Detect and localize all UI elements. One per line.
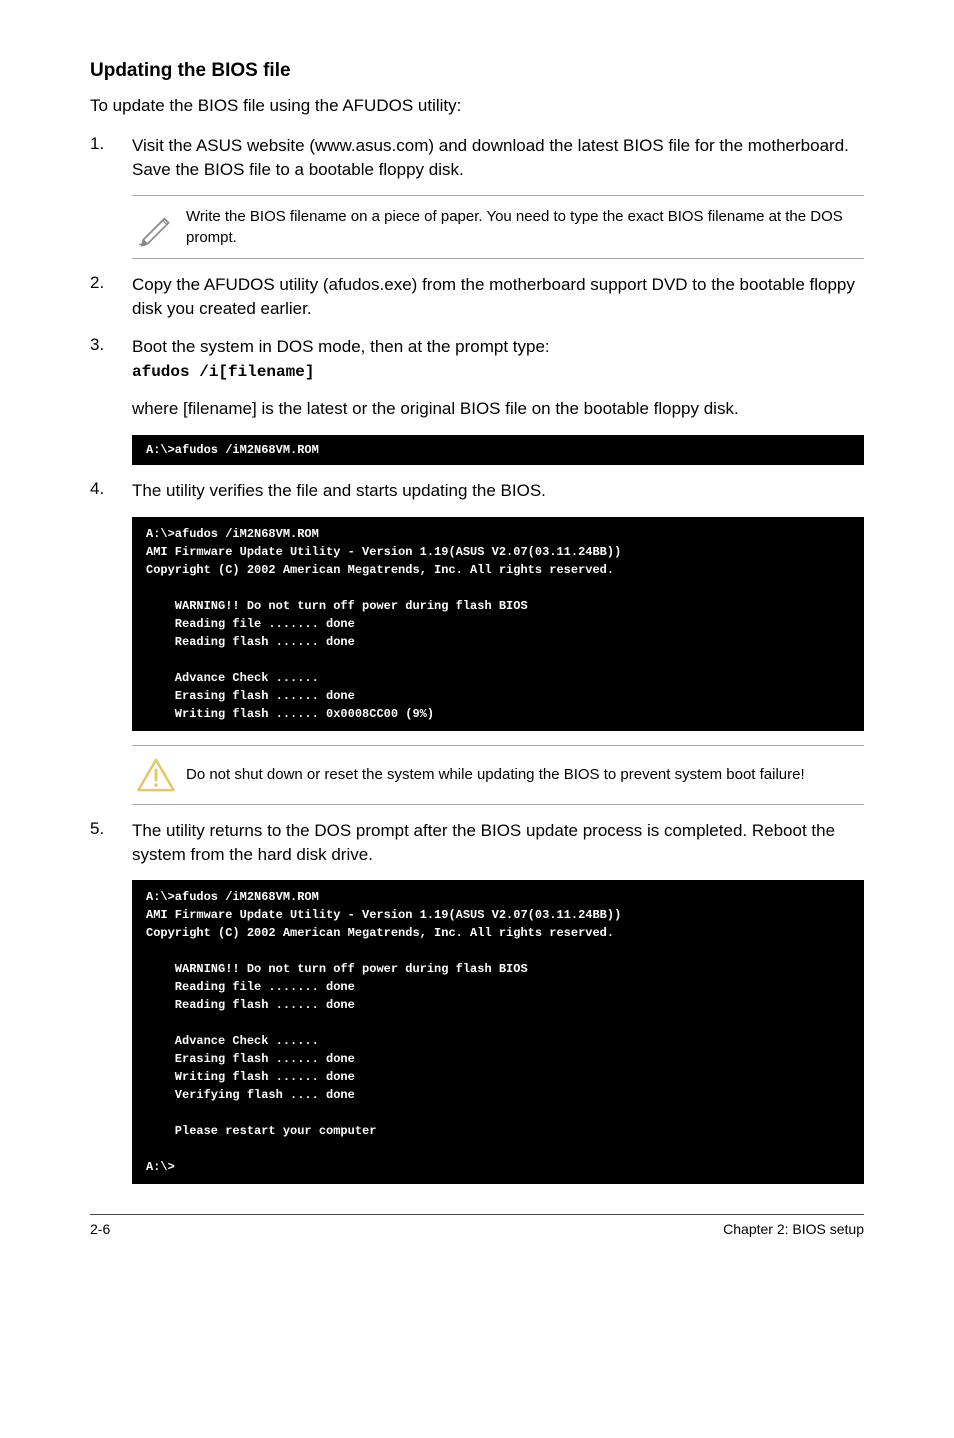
- warning-icon: [132, 756, 180, 794]
- step-text: Boot the system in DOS mode, then at the…: [132, 337, 550, 356]
- note-text: Write the BIOS filename on a piece of pa…: [180, 206, 864, 248]
- section-heading: Updating the BIOS file: [90, 60, 864, 82]
- step-content: Visit the ASUS website (www.asus.com) an…: [132, 134, 864, 182]
- pencil-icon: [132, 206, 180, 248]
- step-2: 2. Copy the AFUDOS utility (afudos.exe) …: [90, 273, 864, 321]
- warning-box: Do not shut down or reset the system whi…: [132, 745, 864, 805]
- step-content: The utility verifies the file and starts…: [132, 479, 864, 503]
- step-number: 4.: [90, 479, 132, 503]
- step-1: 1. Visit the ASUS website (www.asus.com)…: [90, 134, 864, 182]
- step-content: Copy the AFUDOS utility (afudos.exe) fro…: [132, 273, 864, 321]
- code-command: afudos /i[filename]: [132, 361, 864, 383]
- note-box: Write the BIOS filename on a piece of pa…: [132, 195, 864, 259]
- step-content: Boot the system in DOS mode, then at the…: [132, 335, 864, 383]
- intro-text: To update the BIOS file using the AFUDOS…: [90, 94, 864, 118]
- warning-text: Do not shut down or reset the system whi…: [180, 764, 864, 785]
- step-5: 5. The utility returns to the DOS prompt…: [90, 819, 864, 867]
- step-3: 3. Boot the system in DOS mode, then at …: [90, 335, 864, 383]
- step-4: 4. The utility verifies the file and sta…: [90, 479, 864, 503]
- terminal-output-1: A:\>afudos /iM2N68VM.ROM: [132, 435, 864, 465]
- step-content: The utility returns to the DOS prompt af…: [132, 819, 864, 867]
- chapter-label: Chapter 2: BIOS setup: [723, 1221, 864, 1237]
- step-number: 5.: [90, 819, 132, 867]
- step-note: where [filename] is the latest or the or…: [132, 397, 864, 421]
- page-footer: 2-6 Chapter 2: BIOS setup: [90, 1214, 864, 1237]
- step-number: 1.: [90, 134, 132, 182]
- terminal-output-2: A:\>afudos /iM2N68VM.ROM AMI Firmware Up…: [132, 517, 864, 731]
- step-number: 2.: [90, 273, 132, 321]
- step-number: 3.: [90, 335, 132, 383]
- terminal-output-3: A:\>afudos /iM2N68VM.ROM AMI Firmware Up…: [132, 880, 864, 1184]
- page-number: 2-6: [90, 1221, 110, 1237]
